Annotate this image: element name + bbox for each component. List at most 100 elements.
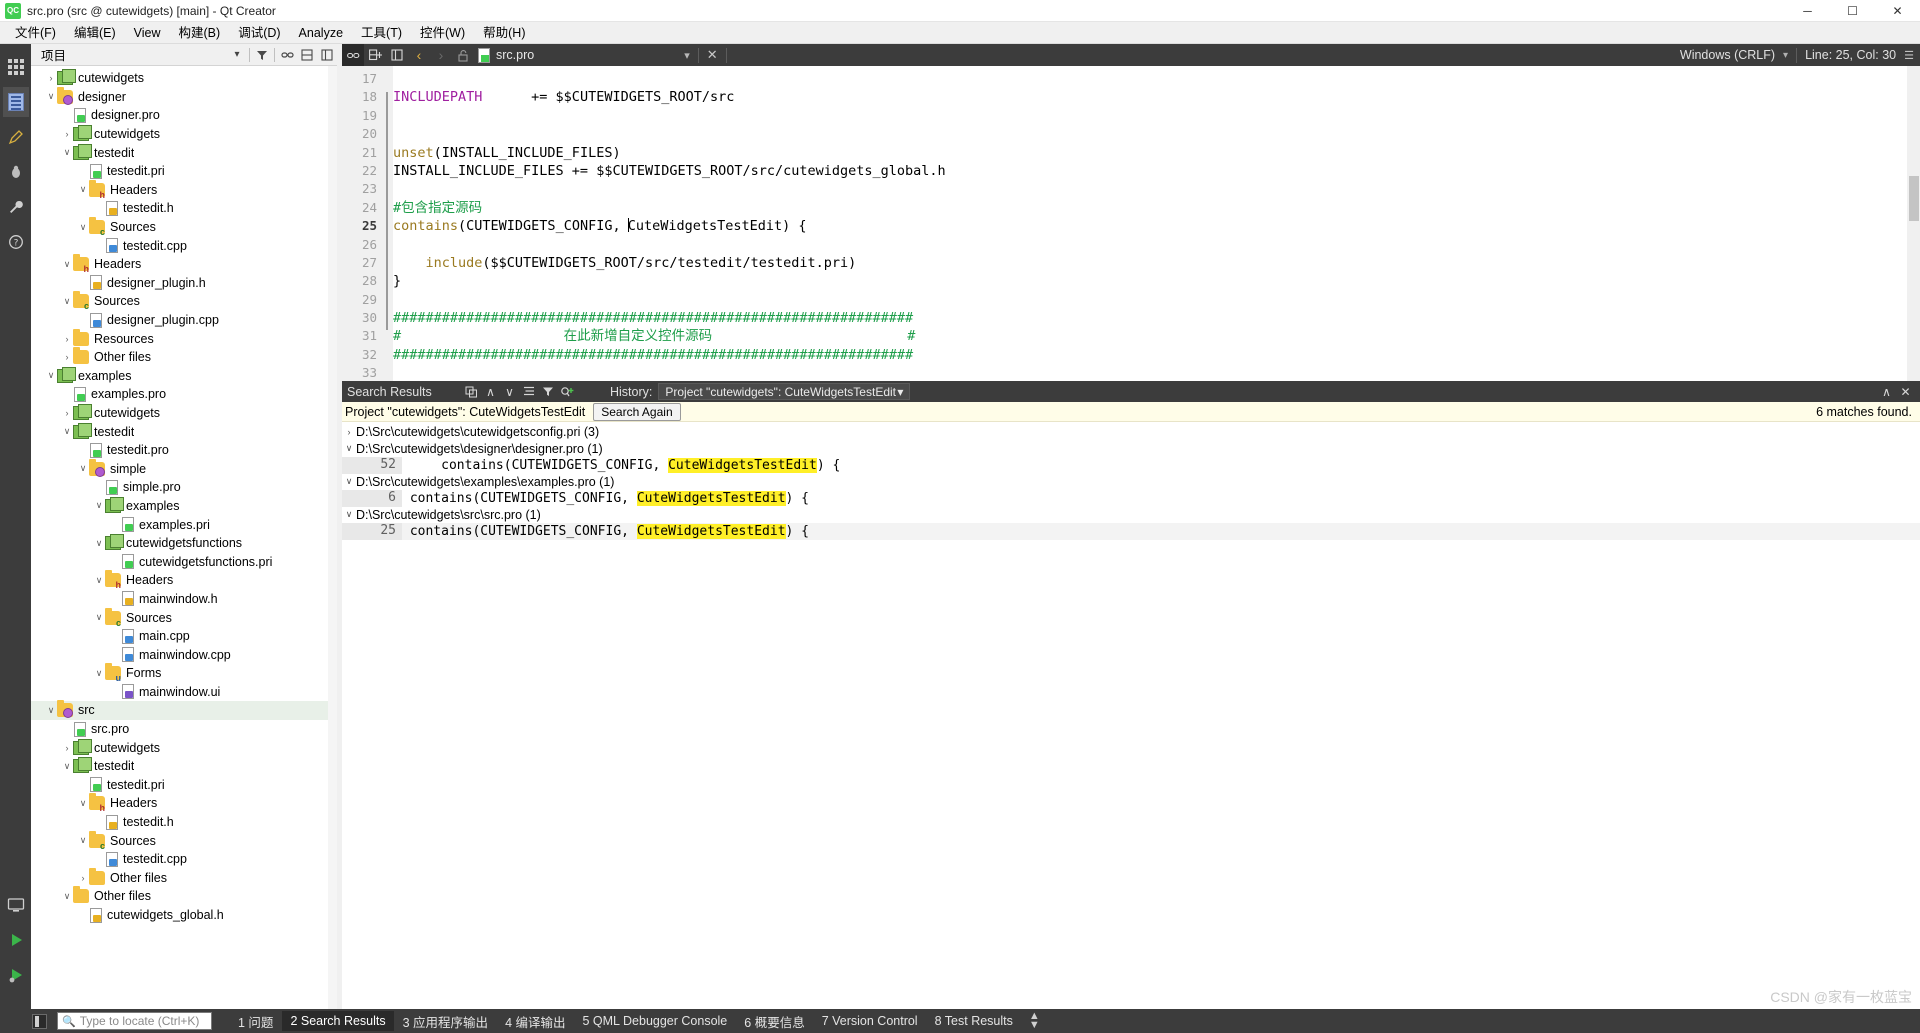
close-file-icon[interactable]: ✕	[707, 47, 718, 63]
open-file-tab[interactable]: src.pro ▾ ✕	[474, 44, 731, 66]
chevron-down-icon[interactable]: ∨	[45, 370, 57, 381]
output-pane-button[interactable]: 3 应用程序输出	[395, 1009, 496, 1033]
code-line[interactable]	[393, 291, 1920, 309]
tree-item[interactable]: ∨ Other files	[31, 886, 337, 906]
tree-item[interactable]: › cutewidgets	[31, 69, 337, 88]
tree-item[interactable]: ∨ src	[31, 700, 337, 720]
code-line[interactable]: ########################################…	[393, 309, 1920, 327]
tree-item[interactable]: testedit.h	[31, 813, 337, 832]
output-pane-button[interactable]: 6 概要信息	[736, 1009, 812, 1033]
tree-item[interactable]: testedit.cpp	[31, 850, 337, 869]
help-question-icon[interactable]: ?	[3, 227, 29, 257]
minimize-panel-icon[interactable]: ∧	[1877, 382, 1896, 401]
code-text-area[interactable]: INCLUDEPATH += $$CUTEWIDGETS_ROOT/src un…	[393, 66, 1920, 381]
tree-item[interactable]: ∨ Sources	[31, 830, 337, 851]
tree-item[interactable]: › cutewidgets	[31, 738, 337, 757]
menu-view[interactable]: View	[125, 22, 170, 44]
file-dropdown-icon[interactable]: ▾	[684, 49, 690, 62]
chevron-down-icon[interactable]: ∨	[61, 147, 73, 158]
tree-item[interactable]: › Other files	[31, 867, 337, 888]
tree-item[interactable]: testedit.cpp	[31, 236, 337, 255]
output-pane-button[interactable]: 5 QML Debugger Console	[575, 1011, 736, 1031]
tree-item[interactable]: examples.pro	[31, 385, 337, 404]
tree-item[interactable]: ∨ cutewidgetsfunctions	[31, 534, 337, 553]
chevron-down-icon[interactable]: ∨	[93, 500, 105, 511]
chevron-down-icon[interactable]: ∨	[61, 426, 73, 437]
debug-start-icon[interactable]	[3, 960, 29, 990]
navigate-forward-button[interactable]: ›	[430, 44, 452, 66]
chevron-right-icon[interactable]: ›	[61, 334, 73, 344]
chevron-down-icon[interactable]: ∨	[77, 222, 89, 233]
menu-file[interactable]: 文件(F)	[6, 22, 65, 44]
close-button[interactable]: ✕	[1875, 0, 1920, 22]
project-tree[interactable]: › cutewidgets ∨ designer designer.pro › cutewi…	[31, 66, 337, 1009]
fold-bar[interactable]	[382, 66, 393, 381]
link-icon[interactable]	[342, 44, 364, 66]
tree-item[interactable]: ∨ Sources	[31, 607, 337, 628]
tree-item[interactable]: testedit.pro	[31, 441, 337, 460]
tree-item[interactable]: mainwindow.h	[31, 590, 337, 609]
tree-item[interactable]: ∨ examples	[31, 496, 337, 516]
chevron-down-icon[interactable]: ∨	[342, 476, 356, 487]
tree-item[interactable]: mainwindow.cpp	[31, 645, 337, 664]
chevron-right-icon[interactable]: ›	[342, 427, 356, 437]
tree-item[interactable]: ∨ Sources	[31, 291, 337, 311]
cursor-position-label[interactable]: Line: 25, Col: 30	[1805, 48, 1896, 62]
tree-scrollbar[interactable]	[328, 66, 337, 1009]
tree-item[interactable]: ∨ testedit	[31, 422, 337, 441]
locator-input[interactable]: 🔍 Type to locate (Ctrl+K)	[57, 1012, 212, 1030]
chevron-down-icon[interactable]: ∨	[77, 835, 89, 846]
desktop-target-icon[interactable]	[3, 890, 29, 920]
tree-item[interactable]: src.pro	[31, 720, 337, 739]
code-line[interactable]	[393, 236, 1920, 254]
code-line[interactable]: include($$CUTEWIDGETS_ROOT/src/testedit/…	[393, 254, 1920, 272]
tree-item[interactable]: ∨ Headers	[31, 179, 337, 200]
link-with-editor-icon[interactable]	[277, 45, 297, 65]
expand-icon[interactable]: ☰	[1904, 49, 1914, 62]
search-result-file-row[interactable]: ∨ D:\Src\cutewidgets\designer\designer.pr…	[342, 441, 1920, 458]
chevron-down-icon[interactable]: ∨	[61, 761, 73, 772]
tree-item[interactable]: ∨ designer	[31, 86, 337, 107]
menu-analyze[interactable]: Analyze	[290, 22, 352, 44]
minimize-button[interactable]: ─	[1785, 0, 1830, 22]
tree-item[interactable]: simple.pro	[31, 478, 337, 497]
menu-edit[interactable]: 编辑(E)	[65, 22, 125, 44]
close-panel-icon[interactable]: ✕	[1896, 382, 1915, 401]
chevron-right-icon[interactable]: ›	[45, 73, 57, 83]
tree-item[interactable]: › Resources	[31, 328, 337, 348]
chevron-down-icon[interactable]: ∨	[93, 668, 105, 679]
code-line[interactable]: }	[393, 272, 1920, 290]
close-split-icon[interactable]	[386, 44, 408, 66]
line-ending-label[interactable]: Windows (CRLF)	[1680, 48, 1775, 62]
chevron-down-icon[interactable]: ∨	[61, 259, 73, 270]
output-pane-button[interactable]: 7 Version Control	[814, 1011, 926, 1031]
search-again-button[interactable]: Search Again	[593, 402, 681, 421]
output-pane-button[interactable]: 4 编译输出	[497, 1009, 573, 1033]
code-line[interactable]	[393, 364, 1920, 381]
chevron-down-icon[interactable]: ∨	[93, 538, 105, 549]
chevron-down-icon[interactable]: ∨	[45, 91, 57, 102]
chevron-right-icon[interactable]: ›	[61, 129, 73, 139]
code-line[interactable]	[393, 107, 1920, 125]
output-pane-button[interactable]: 2 Search Results	[282, 1011, 394, 1031]
up-down-arrows-icon[interactable]: ▲ ▼	[1029, 1011, 1040, 1031]
chevron-down-icon[interactable]: ∨	[93, 575, 105, 586]
filter-icon[interactable]	[252, 45, 272, 65]
chevron-right-icon[interactable]: ›	[61, 408, 73, 418]
new-search-icon[interactable]	[557, 382, 576, 401]
chevron-right-icon[interactable]: ›	[61, 743, 73, 753]
chevron-down-icon[interactable]: ∨	[342, 443, 356, 454]
search-results-list[interactable]: › D:\Src\cutewidgets\cutewidgetsconfig.pr…	[342, 422, 1920, 1009]
chevron-down-icon[interactable]: ∨	[77, 798, 89, 809]
design-pen-icon[interactable]	[3, 122, 29, 152]
code-line[interactable]: # 在此新增自定义控件源码 #	[393, 327, 1920, 345]
expand-collapse-all-icon[interactable]	[462, 382, 481, 401]
code-line[interactable]: ########################################…	[393, 346, 1920, 364]
menu-widgets[interactable]: 控件(W)	[411, 22, 474, 44]
tree-item[interactable]: › cutewidgets	[31, 403, 337, 423]
tree-item[interactable]: cutewidgetsfunctions.pri	[31, 552, 337, 571]
tree-item[interactable]: main.cpp	[31, 627, 337, 646]
next-match-icon[interactable]: ∨	[500, 382, 519, 401]
tree-item[interactable]: ∨ examples	[31, 366, 337, 386]
welcome-grid-icon[interactable]	[3, 52, 29, 82]
